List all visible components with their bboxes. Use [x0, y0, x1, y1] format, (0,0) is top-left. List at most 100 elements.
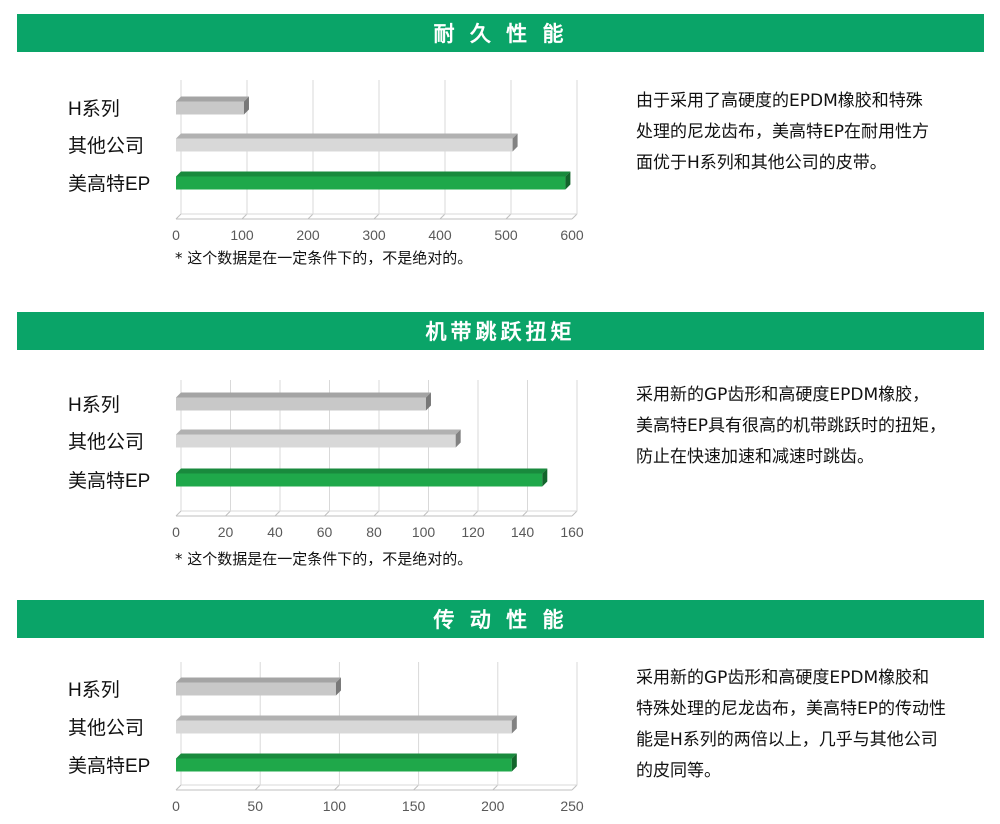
x-tick-label: 0: [172, 798, 180, 814]
floor-tick: [522, 510, 528, 517]
bar-front-face: [176, 434, 456, 448]
bar-front-face: [176, 720, 512, 734]
bar: [176, 171, 571, 190]
x-tick-label: 60: [317, 524, 333, 540]
floor-tick: [439, 213, 446, 220]
category-label: 其他公司: [68, 431, 144, 453]
bar-top-face: [176, 133, 518, 139]
transmission-chart: 0 50 100 150 200 250 H系列其他公司美高特EP: [68, 662, 584, 814]
x-tick-label: 100: [412, 524, 436, 540]
bar: [176, 715, 517, 734]
description-line: 能是H系列的两倍以上，几乎与其他公司: [636, 730, 938, 750]
bar: [176, 468, 548, 487]
bar-front-face: [176, 138, 513, 152]
floor-tick: [307, 213, 314, 220]
description-line: 的皮同等。: [636, 761, 721, 781]
floor-tick: [472, 510, 479, 517]
floor-tick: [175, 784, 182, 791]
floor-tick: [373, 213, 380, 220]
floor-tick: [505, 213, 512, 220]
description-line: 采用新的GP齿形和高硬度EPDM橡胶和: [636, 668, 930, 688]
floor-tick: [241, 213, 248, 220]
x-tick-label: 120: [461, 524, 485, 540]
section-description: 由于采用了高硬度的EPDM橡胶和特殊 处理的尼龙齿布，美高特EP在耐用性方 面优…: [636, 86, 976, 179]
x-tick-label: 600: [560, 227, 584, 242]
floor-tick: [334, 784, 340, 791]
bar-top-face: [176, 468, 548, 474]
x-tick-label: 50: [247, 798, 263, 814]
x-tick-label: 200: [296, 227, 320, 242]
description-line: 美高特EP具有很高的机带跳跃时的扭矩，: [636, 416, 946, 436]
description-line: 由于采用了高硬度的EPDM橡胶和特殊: [636, 91, 923, 111]
floor-tick: [254, 784, 261, 791]
description-line: 采用新的GP齿形和高硬度EPDM橡胶，: [636, 385, 930, 405]
floor-tick: [571, 510, 578, 517]
category-label: H系列: [68, 98, 120, 120]
section-title: 机带跳跃扭矩: [425, 320, 576, 344]
category-label: 其他公司: [68, 717, 144, 739]
x-tick-label: 100: [230, 227, 254, 242]
floor-tick: [373, 510, 380, 517]
floor-tick: [492, 784, 499, 791]
bar-front-face: [176, 176, 566, 190]
floor-tick: [324, 510, 330, 517]
x-tick-label: 200: [481, 798, 505, 814]
section-description: 采用新的GP齿形和高硬度EPDM橡胶， 美高特EP具有很高的机带跳跃时的扭矩， …: [636, 380, 976, 473]
floor-tick: [423, 510, 429, 517]
bar: [176, 753, 517, 772]
section-banner-transmission: 传 动 性 能: [17, 600, 984, 638]
section-description: 采用新的GP齿形和高硬度EPDM橡胶和 特殊处理的尼龙齿布，美高特EP的传动性 …: [636, 663, 976, 787]
bar-front-face: [176, 758, 512, 772]
bar-front-face: [176, 682, 336, 696]
disclaimer-note: * 这个数据是在一定条件下的，不是绝对的。: [175, 550, 473, 568]
category-label: H系列: [68, 679, 120, 701]
x-tick-label: 40: [267, 524, 283, 540]
x-tick-label: 500: [494, 227, 518, 242]
bar-top-face: [176, 677, 341, 683]
x-tick-label: 140: [511, 524, 535, 540]
bar-top-face: [176, 753, 517, 759]
bar-front-face: [176, 101, 244, 115]
bar-top-face: [176, 429, 461, 435]
floor-tick: [274, 510, 281, 517]
bar-top-face: [176, 715, 517, 721]
section-banner-jump-torque: 机带跳跃扭矩: [17, 312, 984, 350]
x-tick-label: 160: [560, 524, 584, 540]
floor-tick: [571, 784, 578, 791]
x-tick-label: 0: [172, 524, 180, 540]
category-label: 其他公司: [68, 135, 144, 157]
jump-torque-chart: 0 20 40 60 80 100 120 140 160 H系列其他公司美高特EP: [68, 380, 584, 540]
bar: [176, 429, 461, 448]
x-tick-label: 250: [560, 798, 584, 814]
bar: [176, 96, 249, 115]
bar: [176, 677, 341, 696]
floor-tick: [175, 213, 182, 220]
category-label: 美高特EP: [68, 470, 150, 492]
x-tick-label: 100: [323, 798, 347, 814]
category-label: H系列: [68, 394, 120, 416]
x-tick-label: 0: [172, 227, 180, 242]
bar: [176, 133, 518, 152]
disclaimer-note: * 这个数据是在一定条件下的，不是绝对的。: [175, 249, 473, 267]
bar-top-face: [176, 96, 249, 102]
x-tick-label: 400: [428, 227, 452, 242]
section-title: 耐 久 性 能: [433, 22, 568, 46]
category-label: 美高特EP: [68, 755, 150, 777]
floor-tick: [175, 510, 182, 517]
bar-top-face: [176, 171, 571, 177]
description-line: 面优于H系列和其他公司的皮带。: [636, 153, 887, 173]
description-line: 防止在快速加速和减速时跳齿。: [636, 447, 874, 467]
description-line: 处理的尼龙齿布，美高特EP在耐用性方: [636, 122, 929, 142]
floor-tick: [571, 213, 578, 220]
section-banner-durability: 耐 久 性 能: [17, 14, 984, 52]
bar-front-face: [176, 397, 426, 411]
section-title: 传 动 性 能: [433, 608, 568, 632]
floor-tick: [413, 784, 419, 791]
durability-chart: 0 100 200 300 400 500 600 H系列其他公司美高特EP: [68, 80, 584, 242]
x-tick-label: 300: [362, 227, 386, 242]
bar: [176, 392, 431, 411]
x-tick-label: 150: [402, 798, 426, 814]
description-line: 特殊处理的尼龙齿布，美高特EP的传动性: [636, 699, 946, 719]
floor-tick: [225, 510, 231, 517]
x-tick-label: 80: [366, 524, 382, 540]
